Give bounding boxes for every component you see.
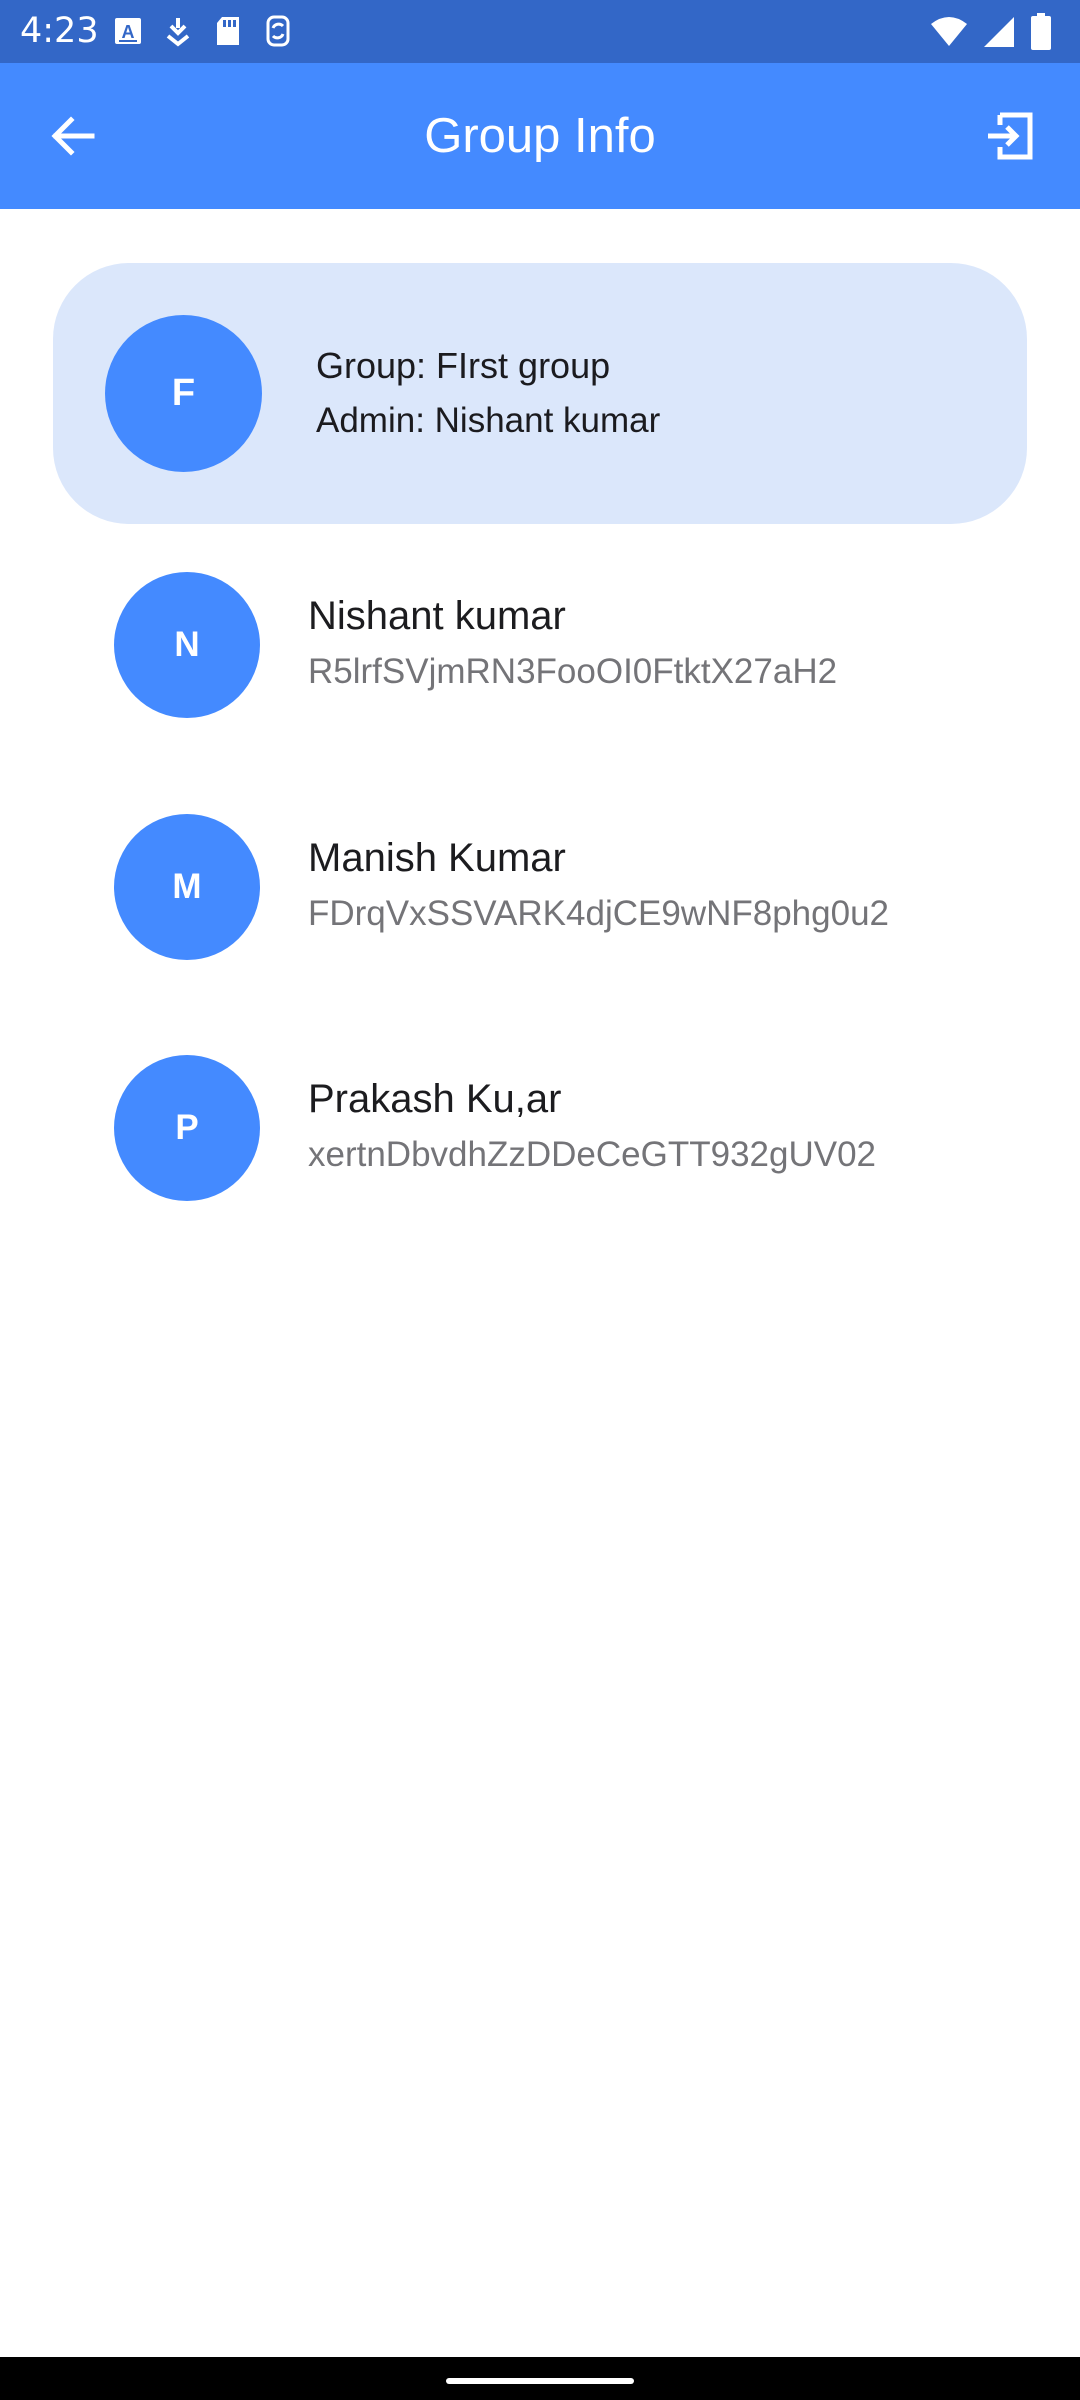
group-avatar: F bbox=[105, 315, 262, 472]
member-list-item[interactable]: N Nishant kumar R5lrfSVjmRN3FooOI0FtktX2… bbox=[0, 572, 1080, 772]
download-icon bbox=[166, 18, 190, 47]
member-id: R5lrfSVjmRN3FooOI0FtktX27aH2 bbox=[308, 652, 838, 691]
member-name: Nishant kumar bbox=[308, 594, 566, 638]
font-icon: A bbox=[115, 18, 141, 44]
sd-card-icon bbox=[217, 17, 239, 45]
member-avatar: N bbox=[114, 572, 260, 718]
member-avatar: P bbox=[114, 1055, 260, 1201]
exit-group-icon[interactable] bbox=[978, 103, 1044, 169]
group-info-card: F Group: FIrst group Admin: Nishant kuma… bbox=[53, 263, 1027, 524]
system-nav-bar bbox=[0, 2357, 1080, 2400]
home-gesture-handle[interactable] bbox=[446, 2378, 634, 2384]
member-list-item[interactable]: M Manish Kumar FDrqVxSSVARK4djCE9wNF8phg… bbox=[0, 814, 1080, 1014]
status-icons-left: A bbox=[112, 14, 294, 50]
member-id: xertnDbvdhZzDDeCeGTT932gUV02 bbox=[308, 1135, 877, 1174]
member-list-item[interactable]: P Prakash Ku,ar xertnDbvdhZzDDeCeGTT932g… bbox=[0, 1055, 1080, 1255]
battery-icon bbox=[1031, 13, 1051, 50]
group-name: Group: FIrst group bbox=[316, 345, 611, 386]
wifi-icon bbox=[931, 17, 967, 46]
signal-icon bbox=[984, 17, 1014, 47]
member-name: Manish Kumar bbox=[308, 836, 566, 880]
member-id: FDrqVxSSVARK4djCE9wNF8phg0u2 bbox=[308, 894, 890, 933]
status-time: 4:23 bbox=[20, 11, 99, 51]
member-avatar: M bbox=[114, 814, 260, 960]
status-bar: 4:23 A bbox=[0, 0, 1080, 63]
sync-icon bbox=[266, 15, 290, 47]
page-title: Group Info bbox=[424, 109, 656, 163]
group-admin: Admin: Nishant kumar bbox=[316, 401, 661, 440]
svg-text:A: A bbox=[122, 22, 135, 42]
status-icons-right bbox=[930, 12, 1052, 52]
member-name: Prakash Ku,ar bbox=[308, 1077, 562, 1121]
arrow-back-icon[interactable] bbox=[40, 103, 106, 169]
app-bar: Group Info bbox=[0, 63, 1080, 209]
